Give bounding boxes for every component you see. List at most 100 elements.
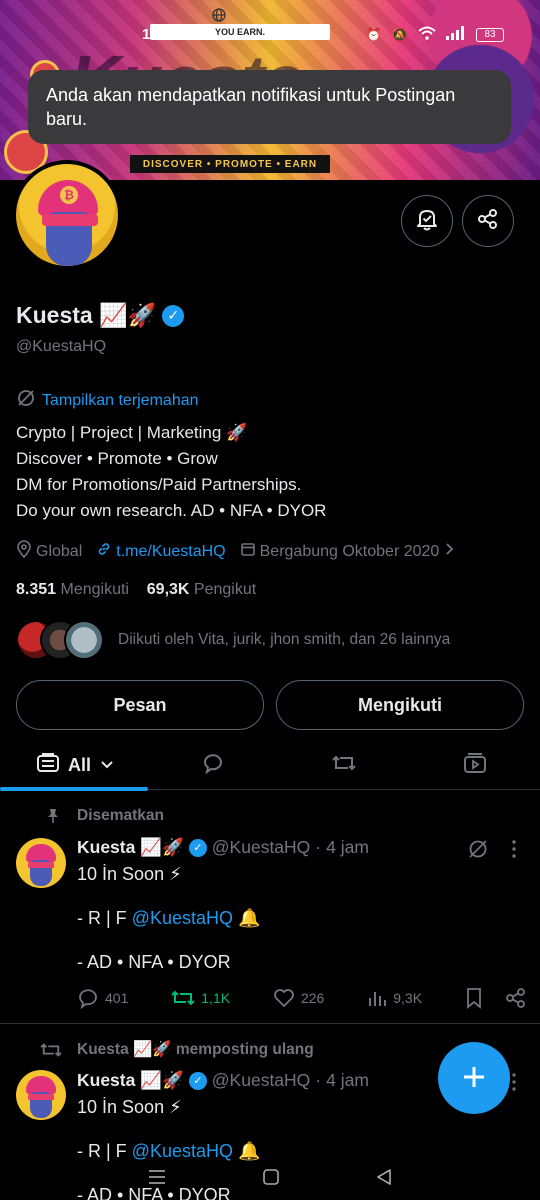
repost-icon [40,1040,62,1065]
verified-badge-icon: ✓ [188,838,207,857]
system-nav-bar [0,1160,540,1200]
tab-reposts[interactable] [331,748,357,782]
post-text[interactable]: 10 İn Soon ⚡ - R | F @KuestaHQ 🔔 - AD • … [77,863,260,973]
avatar [64,620,104,660]
views-button[interactable]: 9,3K [367,987,422,1009]
status-bar: 19.43 𝕏 ⏰ 🔕 83 [0,8,540,50]
joined-text: Bergabung Oktober 2020 [259,542,440,560]
post-line: 10 İn Soon ⚡ [77,1097,182,1117]
following-stat[interactable]: 8.351 Mengikuti [16,581,129,598]
tab-all[interactable]: All [36,748,115,782]
share-icon [476,207,500,236]
back-nav-icon[interactable] [375,1168,393,1192]
message-button[interactable]: Pesan [16,680,264,730]
post-header[interactable]: Kuesta 📈🚀 ✓ @KuestaHQ · 4 jam [77,1070,369,1091]
translate-label[interactable]: Tampilkan terjemahan [42,392,199,410]
mute-icon: 🔕 [391,26,408,42]
follow-stats: 8.351 Mengikuti 69,3K Pengikut [16,581,256,599]
post-line: - AD • NFA • DYOR [77,952,231,972]
translate-link[interactable]: Tampilkan terjemahan [16,388,199,413]
like-icon [274,989,294,1008]
repost-count: 1,1K [201,990,231,1006]
translate-icon [16,388,36,413]
verified-badge-icon: ✓ [188,1071,207,1090]
followers-stat[interactable]: 69,3K Pengikut [147,581,256,598]
website-item[interactable]: t.me/KuestaHQ [96,541,226,562]
post-divider [0,1023,540,1024]
avatar-glasses [28,1094,54,1100]
profile-name: Kuesta 📈🚀 [16,302,157,328]
plus-icon [460,1056,488,1101]
notification-bell-icon [414,206,440,237]
post-extra-actions [465,987,527,1009]
profile-tabs: All [0,740,540,791]
location-icon [16,540,32,563]
globe-icon [212,8,226,25]
post-avatar[interactable] [16,838,66,888]
tab-media[interactable] [463,748,487,782]
alarm-icon: ⏰ [365,26,382,42]
chevron-down-icon [99,755,115,776]
reply-count: 401 [105,990,129,1006]
post-avatar[interactable] [16,1070,66,1120]
post-line: 10 İn Soon ⚡ [77,864,182,884]
pin-icon [46,808,60,829]
link-icon [96,541,112,562]
mention-link[interactable]: @KuestaHQ [132,1141,233,1161]
bio-line: Discover • Promote • Grow [16,449,218,468]
like-button[interactable]: 226 [273,987,324,1009]
profile-avatar[interactable]: ₿ [12,160,122,270]
website-link[interactable]: t.me/KuestaHQ [116,543,225,561]
following-count: 8.351 [16,581,57,598]
reply-icon [79,989,97,1009]
banner-ribbon: DISCOVER • PROMOTE • EARN [130,155,330,173]
share-icon [506,988,525,1008]
wifi-icon [418,26,436,43]
repost-icon [171,990,195,1006]
bio-line: Do your own research. AD • NFA • DYOR [16,501,327,520]
post-header[interactable]: Kuesta 📈🚀 ✓ @KuestaHQ · 4 jam [77,837,369,858]
following-button[interactable]: Mengikuti [276,680,524,730]
recents-nav-icon[interactable] [147,1168,167,1192]
reposted-label: Kuesta 📈🚀 memposting ulang [77,1041,314,1058]
calendar-icon [240,541,256,562]
repost-button[interactable]: 1,1K [171,987,230,1009]
reply-button[interactable]: 401 [77,987,128,1009]
compose-button[interactable] [438,1042,510,1114]
pinned-label: Disematkan [77,807,165,824]
post-time: 4 jam [326,1070,369,1090]
like-count: 226 [300,990,325,1006]
verified-badge-icon[interactable]: ✓ [162,304,185,327]
share-button[interactable] [462,195,514,247]
avatar-glasses [28,862,54,868]
mention-link[interactable]: @KuestaHQ [132,908,233,928]
bio-line: DM for Promotions/Paid Partnerships. [16,475,302,494]
tab-replies[interactable] [201,748,225,782]
profile-bio: Crypto | Project | Marketing 🚀 Discover … [16,420,326,524]
post-time: 4 jam [326,837,369,857]
location-item: Global [16,540,82,563]
video-icon [463,751,487,780]
profile-meta: Global t.me/KuestaHQ Bergabung Oktober 2… [16,540,455,563]
home-nav-icon[interactable] [262,1168,280,1192]
signal-icon [446,26,466,43]
chevron-right-icon[interactable] [443,542,455,561]
location-text: Global [36,542,83,560]
more-icon[interactable] [508,838,520,865]
post-handle: @KuestaHQ [211,1070,311,1090]
battery-indicator: 83 [476,27,504,42]
notification-bell-button[interactable] [401,195,453,247]
repost-icon [331,751,357,780]
bio-line: Crypto | Project | Marketing 🚀 [16,423,248,442]
post-author: Kuesta 📈🚀 [77,1070,184,1090]
views-count: 9,3K [393,990,423,1006]
x-logo-icon: 𝕏 [195,27,208,44]
post-line: - R | F @KuestaHQ 🔔 [77,908,261,928]
followed-by-row[interactable]: Diikuti oleh Vita, jurik, jhon smith, da… [16,620,450,660]
post-handle: @KuestaHQ [211,837,311,857]
followers-label: Pengikut [193,581,257,598]
status-time: 19.43 [142,26,180,43]
bookmark-icon [467,988,481,1009]
followed-by-text: Diikuti oleh Vita, jurik, jhon smith, da… [118,631,451,648]
translate-icon[interactable] [467,838,489,865]
